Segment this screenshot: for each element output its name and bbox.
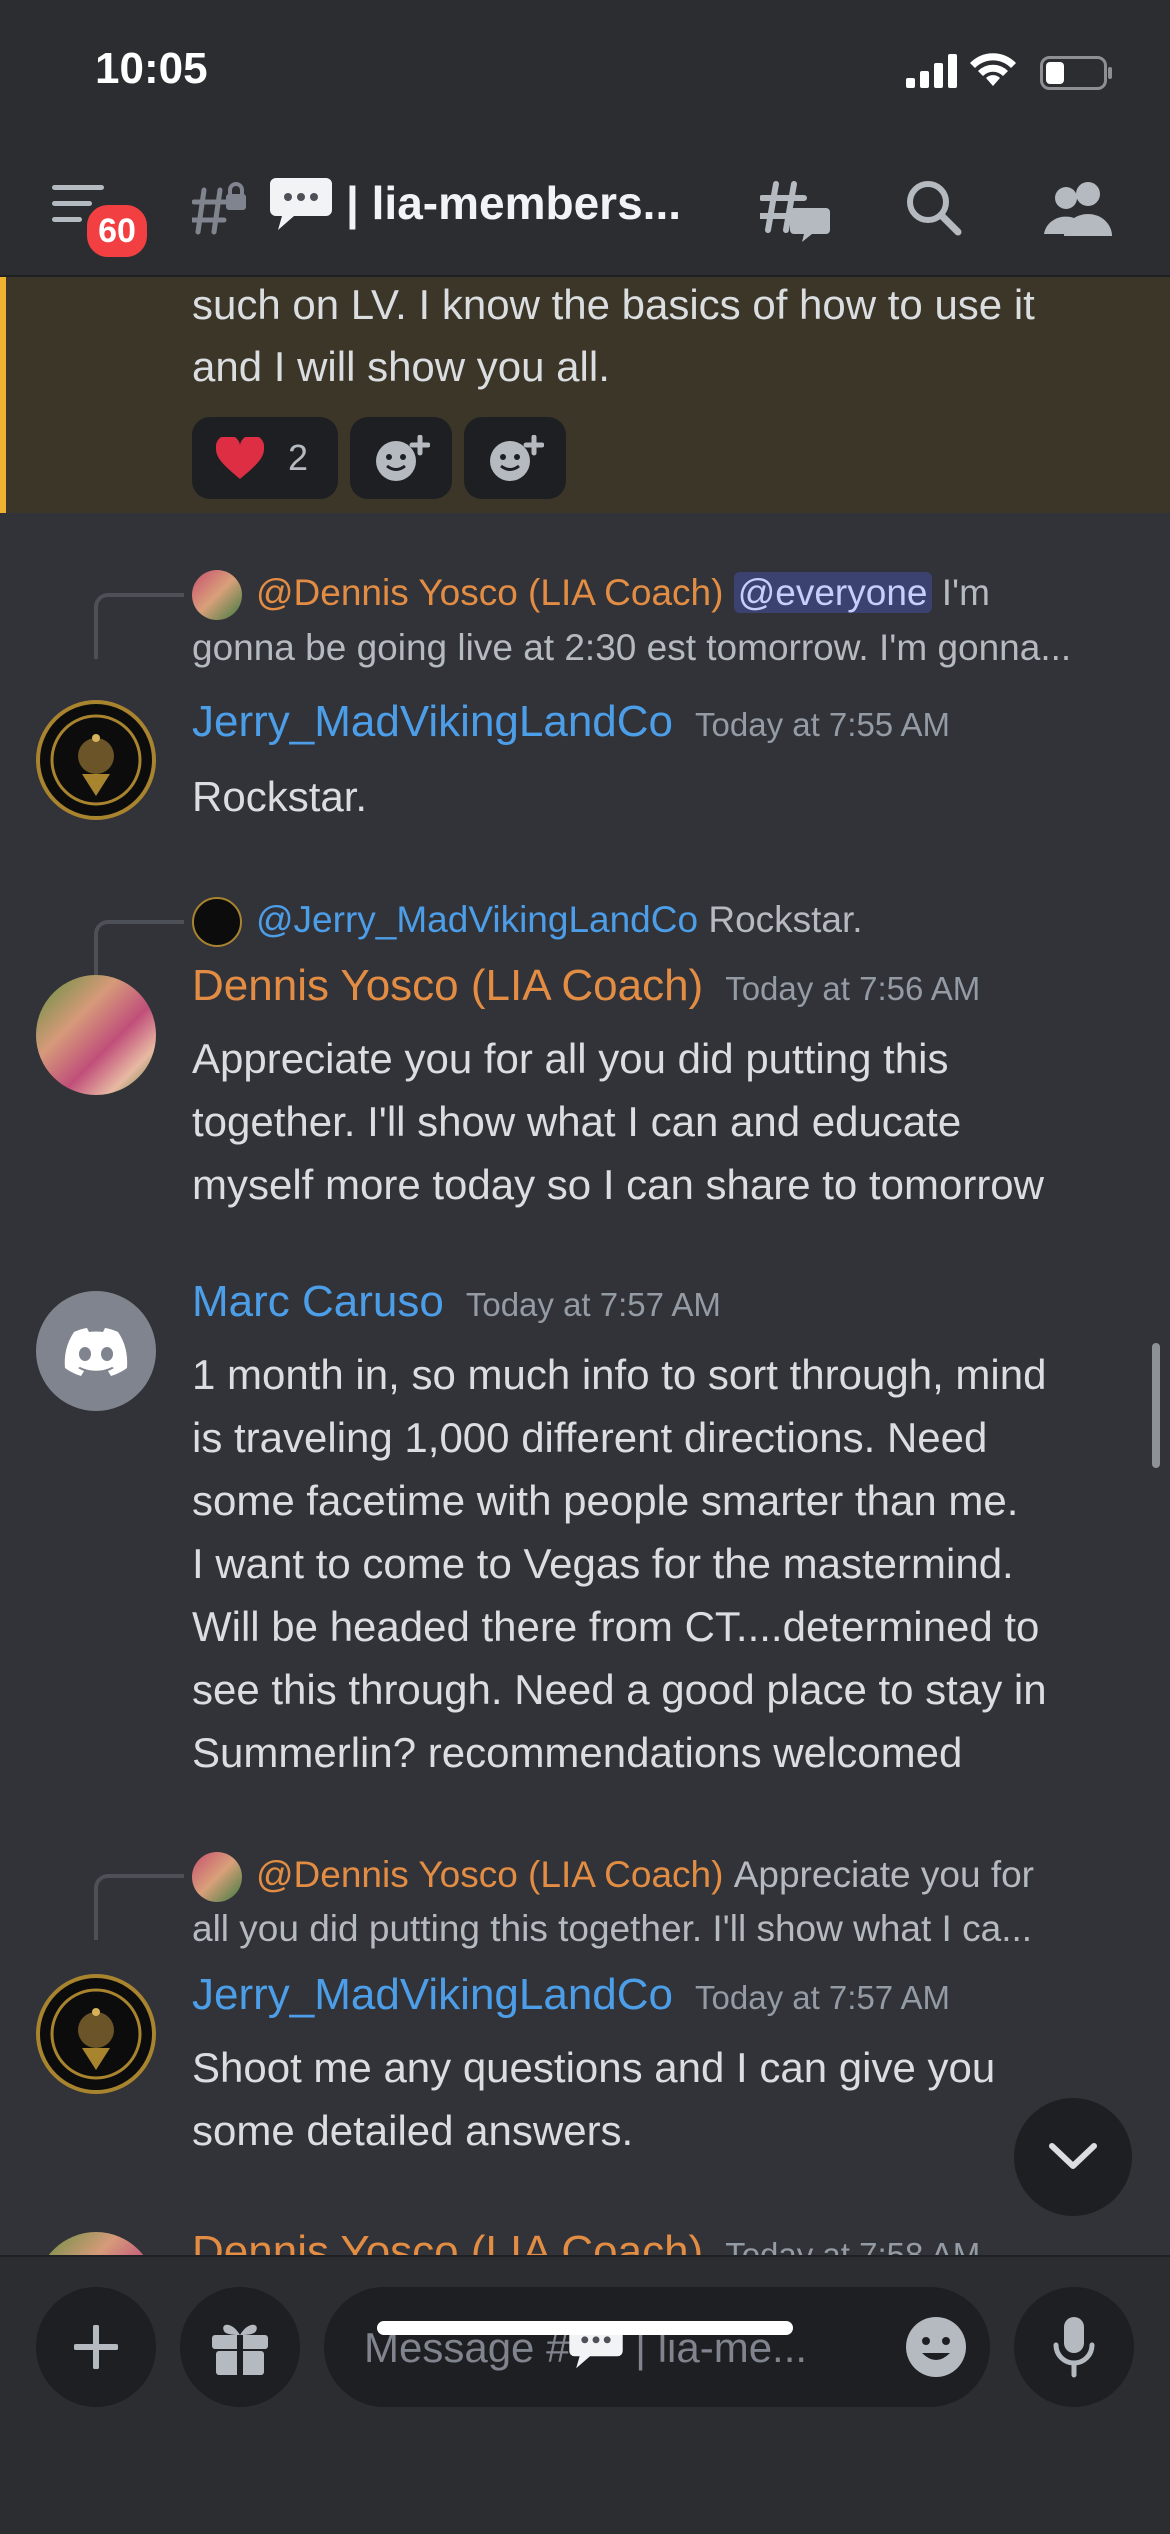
message-input[interactable]: Message # | lia-me...: [324, 2287, 990, 2407]
attach-button[interactable]: [36, 2287, 156, 2407]
reaction-heart[interactable]: 2: [192, 417, 338, 499]
home-indicator[interactable]: [377, 2321, 793, 2335]
message-text: Appreciate you for all you did putting t…: [192, 1035, 949, 1082]
reply-connector: [94, 593, 184, 659]
heart-icon: [216, 437, 264, 479]
add-super-reaction-icon: [490, 435, 544, 481]
message-author[interactable]: Dennis Yosco (LIA Coach) Today at 7:58 AM: [192, 2227, 980, 2255]
reply-author: @Dennis Yosco (LIA Coach): [256, 1854, 724, 1895]
wifi-icon: [970, 53, 1016, 86]
message-author[interactable]: Dennis Yosco (LIA Coach) Today at 7:56 AM: [192, 961, 980, 1011]
microphone-icon: [1053, 2317, 1095, 2378]
timestamp: Today at 7:57 AM: [465, 1286, 721, 1323]
add-reaction-icon: [376, 435, 430, 481]
chevron-down-icon: [1049, 2143, 1097, 2169]
message-list[interactable]: such on LV. I know the basics of how to …: [0, 277, 1170, 2255]
message-text: is traveling 1,000 different directions.…: [192, 1414, 988, 1461]
scrollbar[interactable]: [1152, 1343, 1160, 1468]
message-text: I want to come to Vegas for the mastermi…: [192, 1540, 1014, 1587]
message-author[interactable]: Jerry_MadVikingLandCo Today at 7:57 AM: [192, 1970, 950, 2020]
timestamp: Today at 7:55 AM: [695, 706, 951, 743]
avatar: [192, 570, 242, 621]
message-text: Will be headed there from CT....determin…: [192, 1603, 1040, 1650]
message-text: some facetime with people smarter than m…: [192, 1477, 1019, 1524]
message-text: together. I'll show what I can and educa…: [192, 1098, 962, 1145]
voice-message-button[interactable]: [1014, 2287, 1134, 2407]
avatar[interactable]: [36, 700, 156, 820]
discord-logo-icon: [64, 1328, 128, 1376]
channel-header: 60 | lia-members...: [0, 150, 1170, 277]
avatar: [192, 1852, 242, 1903]
avatar[interactable]: [36, 2232, 156, 2255]
avatar[interactable]: [36, 975, 156, 1095]
reply-author: @Jerry_MadVikingLandCo: [256, 899, 699, 940]
message-text: some detailed answers.: [192, 2107, 634, 2154]
jump-to-present-button[interactable]: [1014, 2098, 1132, 2216]
author-name[interactable]: Jerry_MadVikingLandCo: [192, 697, 673, 746]
logo-seal-icon: [50, 714, 142, 806]
channel-title[interactable]: | lia-members...: [346, 176, 681, 230]
threads-icon[interactable]: [760, 180, 830, 244]
message-text: such on LV. I know the basics of how to …: [192, 281, 1035, 328]
gift-icon: [212, 2324, 268, 2375]
battery-icon: [1040, 56, 1112, 90]
reply-preview[interactable]: @Dennis Yosco (LIA Coach) @everyone I'm: [192, 566, 990, 621]
message-text: Rockstar.: [192, 773, 368, 820]
message-text: myself more today so I can share to tomo…: [192, 1161, 1044, 1208]
cellular-signal-icon: [906, 54, 957, 88]
author-name[interactable]: Marc Caruso: [192, 1277, 444, 1326]
reply-text: all you did putting this together. I'll …: [192, 1908, 1033, 1949]
author-name[interactable]: Dennis Yosco (LIA Coach): [192, 961, 703, 1010]
add-reaction-button[interactable]: [350, 417, 452, 499]
reply-text: I'm: [941, 572, 990, 613]
reply-text: gonna be going live at 2:30 est tomorrow…: [192, 627, 1072, 668]
reaction-count: 2: [288, 437, 309, 478]
avatar: [192, 897, 242, 948]
timestamp: Today at 7:58 AM: [725, 2236, 981, 2255]
message-author[interactable]: Jerry_MadVikingLandCo Today at 7:55 AM: [192, 697, 950, 747]
notification-badge: 60: [82, 200, 152, 262]
reply-connector: [94, 1874, 184, 1940]
author-name[interactable]: Dennis Yosco (LIA Coach): [192, 2227, 703, 2255]
message-text: Shoot me any questions and I can give yo…: [192, 2044, 996, 2091]
reply-preview[interactable]: @Dennis Yosco (LIA Coach) Appreciate you…: [192, 1848, 1035, 1903]
timestamp: Today at 7:56 AM: [725, 970, 981, 1007]
hash-lock-icon: [192, 182, 246, 235]
timestamp: Today at 7:57 AM: [695, 1979, 951, 2016]
reply-text: Appreciate you for: [733, 1854, 1035, 1895]
message-author[interactable]: Marc Caruso Today at 7:57 AM: [192, 1277, 721, 1327]
message-text: see this through. Need a good place to s…: [192, 1666, 1047, 1713]
speech-bubble-icon: [270, 178, 332, 230]
gift-button[interactable]: [180, 2287, 300, 2407]
avatar[interactable]: [36, 1974, 156, 2094]
status-time: 10:05: [95, 44, 208, 93]
status-bar: 10:05: [0, 0, 1170, 150]
author-name[interactable]: Jerry_MadVikingLandCo: [192, 1970, 673, 2019]
reply-text: Rockstar.: [708, 899, 863, 940]
reply-author: @Dennis Yosco (LIA Coach): [256, 572, 724, 613]
reply-preview[interactable]: @Jerry_MadVikingLandCo Rockstar.: [192, 893, 863, 948]
plus-icon: [74, 2325, 118, 2369]
message-composer: Message # | lia-me...: [0, 2255, 1170, 2534]
highlighted-message: such on LV. I know the basics of how to …: [0, 277, 1170, 513]
add-super-reaction-button[interactable]: [464, 417, 566, 499]
message-text: 1 month in, so much info to sort through…: [192, 1351, 1047, 1398]
logo-seal-icon: [50, 1988, 142, 2080]
members-icon[interactable]: [1044, 178, 1114, 238]
avatar[interactable]: [36, 1291, 156, 1411]
search-icon[interactable]: [904, 178, 964, 238]
message-text: Summerlin? recommendations welcomed: [192, 1729, 963, 1776]
message-text: and I will show you all.: [192, 343, 610, 390]
emoji-icon[interactable]: [904, 2315, 968, 2379]
mention[interactable]: @everyone: [733, 572, 932, 613]
